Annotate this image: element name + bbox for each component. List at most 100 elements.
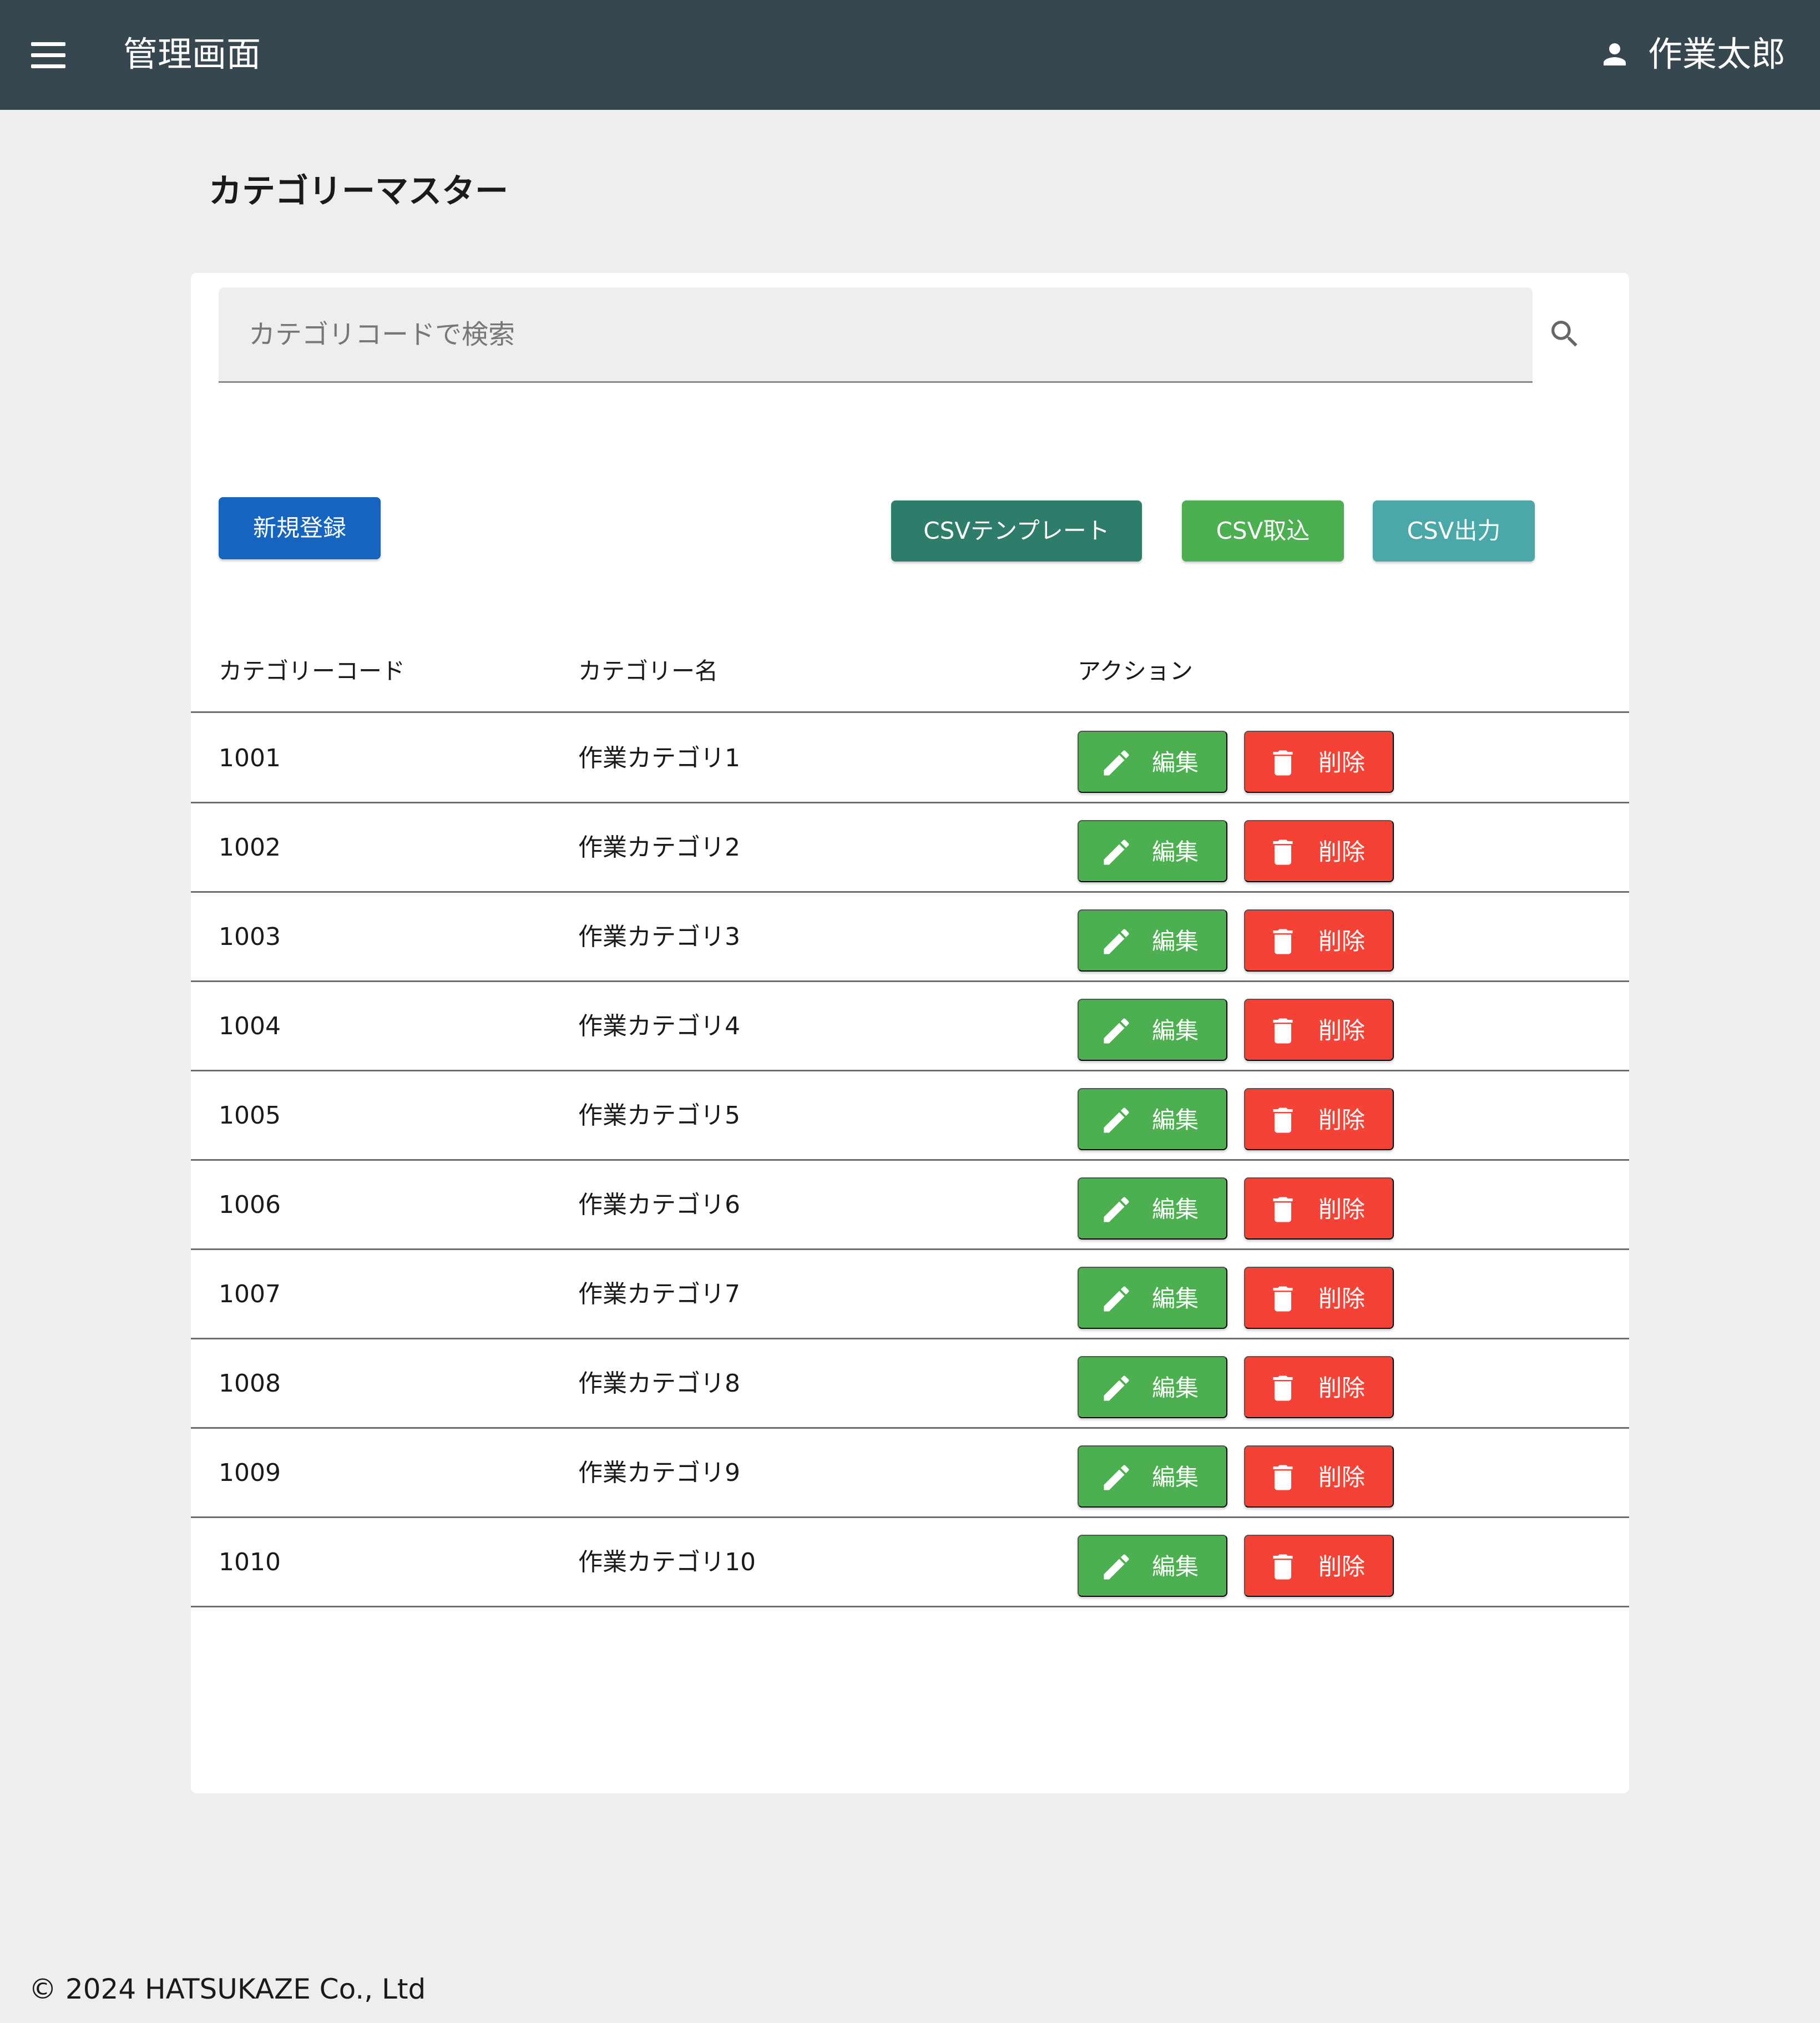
menu-icon[interactable] xyxy=(31,42,65,69)
category-name-cell: 作業カテゴリ8 xyxy=(578,1369,740,1398)
column-header-code: カテゴリーコード xyxy=(219,658,406,685)
delete-button[interactable]: 削除 xyxy=(1244,1445,1394,1508)
pencil-icon xyxy=(1104,1286,1129,1312)
delete-button[interactable]: 削除 xyxy=(1244,1356,1394,1418)
csv-export-button[interactable]: CSV出力 xyxy=(1373,500,1535,562)
table-row: 1002 作業カテゴリ2 編集 削除 xyxy=(191,803,1629,893)
person-icon[interactable] xyxy=(1598,37,1631,72)
delete-button[interactable]: 削除 xyxy=(1244,909,1394,972)
delete-button[interactable]: 削除 xyxy=(1244,1535,1394,1597)
edit-button-label: 編集 xyxy=(1152,1107,1199,1133)
search-icon[interactable] xyxy=(1547,316,1583,352)
delete-button-label: 削除 xyxy=(1318,1196,1366,1222)
pencil-icon xyxy=(1104,929,1129,954)
delete-button-label: 削除 xyxy=(1318,928,1366,954)
edit-button[interactable]: 編集 xyxy=(1078,731,1227,793)
edit-button[interactable]: 編集 xyxy=(1078,820,1227,882)
delete-button-label: 削除 xyxy=(1318,1107,1366,1133)
edit-button[interactable]: 編集 xyxy=(1078,1177,1227,1240)
trash-icon xyxy=(1273,1375,1293,1401)
edit-button[interactable]: 編集 xyxy=(1078,1356,1227,1418)
category-name-cell: 作業カテゴリ10 xyxy=(578,1548,756,1576)
delete-button[interactable]: 削除 xyxy=(1244,820,1394,882)
page-title: カテゴリーマスター xyxy=(209,172,508,211)
category-code-cell: 1007 xyxy=(219,1280,281,1308)
edit-button[interactable]: 編集 xyxy=(1078,909,1227,972)
table-row: 1006 作業カテゴリ6 編集 削除 xyxy=(191,1161,1629,1250)
delete-button[interactable]: 削除 xyxy=(1244,1088,1394,1150)
column-header-name: カテゴリー名 xyxy=(578,658,719,685)
table-row: 1007 作業カテゴリ7 編集 削除 xyxy=(191,1250,1629,1339)
trash-icon xyxy=(1273,839,1293,865)
delete-button[interactable]: 削除 xyxy=(1244,1267,1394,1329)
category-name-cell: 作業カテゴリ6 xyxy=(578,1191,740,1219)
category-code-cell: 1003 xyxy=(219,923,281,951)
table-row: 1001 作業カテゴリ1 編集 削除 xyxy=(191,714,1629,803)
category-name-cell: 作業カテゴリ9 xyxy=(578,1459,740,1487)
edit-button-label: 編集 xyxy=(1152,1554,1199,1580)
edit-button[interactable]: 編集 xyxy=(1078,1535,1227,1597)
category-code-cell: 1008 xyxy=(219,1369,281,1398)
delete-button[interactable]: 削除 xyxy=(1244,731,1394,793)
category-name-cell: 作業カテゴリ5 xyxy=(578,1101,740,1130)
search-input[interactable] xyxy=(219,287,1533,381)
category-code-cell: 1001 xyxy=(219,744,281,772)
pencil-icon xyxy=(1104,1554,1129,1580)
category-name-cell: 作業カテゴリ2 xyxy=(578,833,740,862)
edit-button-label: 編集 xyxy=(1152,839,1199,865)
delete-button[interactable]: 削除 xyxy=(1244,1177,1394,1240)
category-name-cell: 作業カテゴリ3 xyxy=(578,923,740,951)
trash-icon xyxy=(1273,1286,1293,1312)
edit-button[interactable]: 編集 xyxy=(1078,999,1227,1061)
edit-button-label: 編集 xyxy=(1152,928,1199,954)
edit-button-label: 編集 xyxy=(1152,1018,1199,1044)
trash-icon xyxy=(1273,1107,1293,1133)
edit-button-label: 編集 xyxy=(1152,1286,1199,1312)
table-header-divider xyxy=(191,711,1629,713)
csv-template-button[interactable]: CSVテンプレート xyxy=(891,500,1142,562)
table-row: 1008 作業カテゴリ8 編集 削除 xyxy=(191,1339,1629,1429)
column-header-action: アクション xyxy=(1078,658,1193,685)
footer-copyright: © 2024 HATSUKAZE Co., Ltd xyxy=(29,1973,426,2005)
table-row: 1010 作業カテゴリ10 編集 削除 xyxy=(191,1518,1629,1607)
delete-button-label: 削除 xyxy=(1318,1375,1366,1401)
delete-button-label: 削除 xyxy=(1318,839,1366,865)
trash-icon xyxy=(1273,1197,1293,1222)
pencil-icon xyxy=(1104,1107,1129,1133)
trash-icon xyxy=(1273,1018,1293,1044)
pencil-icon xyxy=(1104,839,1129,865)
delete-button-label: 削除 xyxy=(1318,1464,1366,1490)
edit-button[interactable]: 編集 xyxy=(1078,1267,1227,1329)
edit-button-label: 編集 xyxy=(1152,1375,1199,1401)
edit-button[interactable]: 編集 xyxy=(1078,1088,1227,1150)
category-card: 新規登録 CSVテンプレート CSV取込 CSV出力 カテゴリーコード カテゴリ… xyxy=(191,273,1629,1793)
search-field xyxy=(219,287,1533,383)
category-name-cell: 作業カテゴリ7 xyxy=(578,1280,740,1308)
trash-icon xyxy=(1273,1554,1293,1580)
app-title: 管理画面 xyxy=(123,34,261,74)
table-row: 1003 作業カテゴリ3 編集 削除 xyxy=(191,893,1629,982)
csv-import-button[interactable]: CSV取込 xyxy=(1182,500,1344,562)
category-code-cell: 1004 xyxy=(219,1012,281,1040)
pencil-icon xyxy=(1104,1018,1129,1044)
pencil-icon xyxy=(1104,1465,1129,1490)
trash-icon xyxy=(1273,750,1293,776)
table-row: 1009 作業カテゴリ9 編集 削除 xyxy=(191,1429,1629,1518)
table-row: 1004 作業カテゴリ4 編集 削除 xyxy=(191,982,1629,1071)
category-code-cell: 1006 xyxy=(219,1191,281,1219)
trash-icon xyxy=(1273,1465,1293,1490)
category-name-cell: 作業カテゴリ4 xyxy=(578,1012,740,1040)
delete-button-label: 削除 xyxy=(1318,1286,1366,1312)
trash-icon xyxy=(1273,929,1293,954)
pencil-icon xyxy=(1104,750,1129,776)
new-register-button[interactable]: 新規登録 xyxy=(219,497,381,559)
pencil-icon xyxy=(1104,1375,1129,1401)
category-code-cell: 1005 xyxy=(219,1101,281,1130)
edit-button[interactable]: 編集 xyxy=(1078,1445,1227,1508)
user-name[interactable]: 作業太郎 xyxy=(1648,32,1786,77)
edit-button-label: 編集 xyxy=(1152,1196,1199,1222)
edit-button-label: 編集 xyxy=(1152,750,1199,776)
delete-button[interactable]: 削除 xyxy=(1244,999,1394,1061)
category-name-cell: 作業カテゴリ1 xyxy=(578,744,740,772)
pencil-icon xyxy=(1104,1197,1129,1222)
